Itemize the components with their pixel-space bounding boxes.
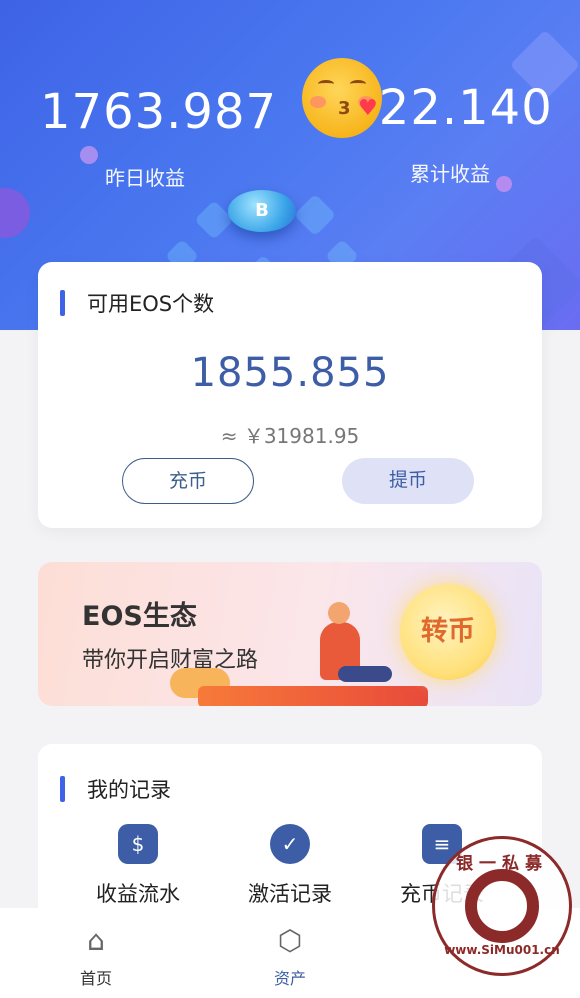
transfer-coin-button[interactable]: 转币	[400, 584, 496, 680]
eos-cny-value: ≈ ￥31981.95	[220, 424, 360, 448]
nav-home[interactable]: ⌂ 首页	[36, 924, 156, 989]
eos-balance-card: 可用EOS个数 1855.855 ≈ ￥31981.95 充币 提币	[38, 262, 542, 528]
banner-title: EOS生态	[82, 601, 197, 632]
eos-ecosystem-banner[interactable]: EOS生态 带你开启财富之路 转币	[38, 562, 542, 706]
record-activation[interactable]: ✓ 激活记录	[210, 824, 370, 908]
check-badge-icon: ✓	[270, 824, 310, 864]
total-earnings-label: 累计收益	[410, 162, 490, 186]
yesterday-earnings-label: 昨日收益	[105, 166, 185, 190]
title-accent-bar	[60, 290, 65, 316]
title-accent-bar	[60, 776, 65, 802]
decor-orb	[0, 188, 30, 238]
record-label: 激活记录	[248, 882, 332, 906]
eos-amount: 1855.855	[190, 350, 390, 396]
nav-assets-label: 资产	[273, 969, 306, 988]
watermark-logo	[465, 869, 539, 943]
yesterday-earnings: 1763.987 昨日收益	[40, 84, 278, 191]
bitcoin-coin-icon: B	[228, 190, 296, 232]
withdraw-button[interactable]: 提币	[342, 458, 474, 504]
person-legs	[338, 666, 392, 682]
watermark-seal: 银一私募 www.SiMu001.cn	[432, 836, 572, 976]
banner-subtitle: 带你开启财富之路	[82, 648, 259, 673]
records-title: 我的记录	[60, 774, 171, 804]
yesterday-earnings-value: 1763.987	[40, 84, 278, 140]
eos-card-title: 可用EOS个数	[60, 288, 214, 318]
decor-cube	[293, 193, 337, 237]
nav-assets[interactable]: ⬡ 资产	[230, 924, 350, 989]
home-icon: ⌂	[87, 924, 105, 957]
records-title-text: 我的记录	[87, 778, 171, 802]
assets-icon: ⬡	[277, 924, 303, 957]
kiss-emoji-sticker: 3 ♥	[302, 58, 382, 138]
nav-home-label: 首页	[79, 969, 112, 988]
person-head	[328, 602, 350, 624]
record-earnings-flow[interactable]: $ 收益流水	[58, 824, 218, 908]
platform-decoration	[198, 686, 428, 706]
eos-card-title-text: 可用EOS个数	[87, 292, 215, 316]
record-label: 收益流水	[96, 882, 180, 906]
money-bag-icon: $	[118, 824, 158, 864]
deposit-button[interactable]: 充币	[122, 458, 254, 504]
watermark-bottom-text: www.SiMu001.cn	[444, 943, 560, 957]
